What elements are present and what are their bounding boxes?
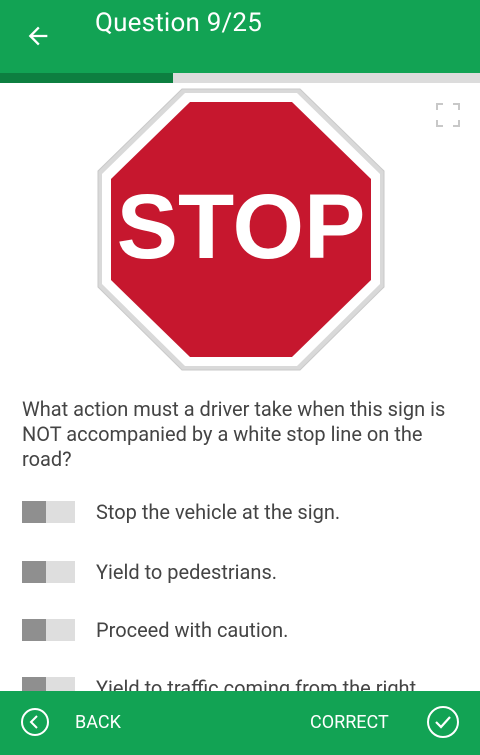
app-bar: Question 9/25 bbox=[0, 0, 480, 73]
arrow-left-icon[interactable] bbox=[24, 22, 52, 50]
fullscreen-icon[interactable] bbox=[434, 101, 462, 129]
answer-option[interactable]: Yield to pedestrians. bbox=[0, 553, 480, 593]
toggle-knob bbox=[22, 561, 46, 583]
page-title: Question 9/25 bbox=[95, 8, 263, 38]
bottom-bar: BACK CORRECT bbox=[0, 691, 480, 755]
question-text: What action must a driver take when this… bbox=[22, 397, 446, 471]
question-image: STOP bbox=[96, 87, 386, 372]
answer-label: Proceed with caution. bbox=[96, 618, 289, 642]
chevron-left-circle-icon bbox=[21, 708, 49, 736]
answer-toggle[interactable] bbox=[22, 619, 75, 641]
back-button[interactable]: BACK bbox=[20, 705, 160, 741]
correct-button[interactable]: CORRECT bbox=[310, 705, 460, 741]
stop-sign-image: STOP bbox=[97, 88, 385, 371]
answer-label: Stop the vehicle at the sign. bbox=[96, 500, 341, 524]
check-circle-icon bbox=[427, 706, 459, 738]
answer-toggle[interactable] bbox=[22, 501, 75, 523]
answer-toggle[interactable] bbox=[22, 561, 75, 583]
answer-option[interactable]: Proceed with caution. bbox=[0, 611, 480, 651]
correct-label: CORRECT bbox=[310, 712, 389, 733]
answer-label: Yield to pedestrians. bbox=[96, 560, 278, 584]
back-label: BACK bbox=[75, 712, 121, 733]
progress-fill bbox=[0, 73, 173, 83]
toggle-knob bbox=[22, 501, 46, 523]
toggle-knob bbox=[22, 619, 46, 641]
answer-option[interactable]: Stop the vehicle at the sign. bbox=[0, 493, 480, 533]
progress-bar bbox=[0, 73, 480, 83]
stop-sign-text: STOP bbox=[117, 176, 366, 278]
